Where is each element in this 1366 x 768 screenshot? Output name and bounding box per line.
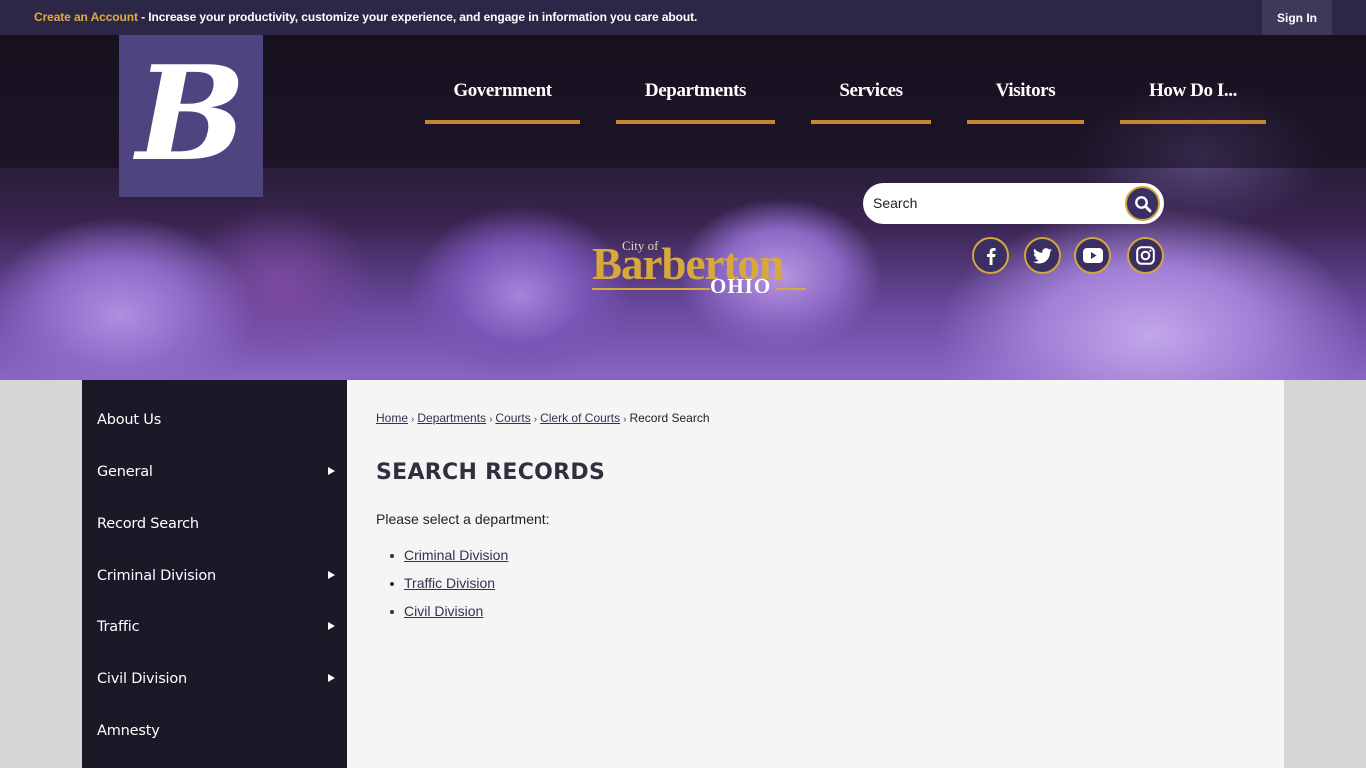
nav-government[interactable]: Government bbox=[425, 80, 580, 124]
instagram-icon bbox=[1136, 246, 1155, 265]
account-promo-text: - Increase your productivity, customize … bbox=[137, 10, 698, 24]
nav-underline bbox=[1120, 120, 1266, 124]
sidebar-item-general[interactable]: General bbox=[82, 446, 347, 498]
create-account-link[interactable]: Create an Account bbox=[34, 10, 138, 24]
twitter-link[interactable] bbox=[1024, 237, 1061, 274]
logo-letter: B bbox=[136, 37, 246, 190]
facebook-link[interactable] bbox=[972, 237, 1009, 274]
breadcrumb-current: Record Search bbox=[629, 411, 710, 425]
breadcrumb-separator: › bbox=[533, 414, 538, 425]
title-rule bbox=[776, 288, 806, 290]
traffic-division-link[interactable]: Traffic Division bbox=[404, 575, 495, 591]
nav-label: Departments bbox=[644, 80, 747, 101]
sidebar-item-label: General bbox=[97, 464, 153, 480]
search-icon bbox=[1134, 195, 1151, 212]
list-item: Traffic Division bbox=[389, 575, 508, 603]
intro-text: Please select a department: bbox=[376, 511, 550, 527]
sidebar-item-traffic[interactable]: Traffic bbox=[82, 601, 347, 653]
department-list: Criminal Division Traffic Division Civil… bbox=[389, 547, 508, 631]
nav-underline bbox=[967, 120, 1084, 124]
instagram-link[interactable] bbox=[1127, 237, 1164, 274]
page-title: SEARCH RECORDS bbox=[376, 460, 606, 485]
submenu-arrow-icon[interactable] bbox=[328, 467, 335, 475]
city-logo[interactable]: B bbox=[119, 35, 263, 197]
facebook-icon bbox=[986, 247, 996, 265]
nav-departments[interactable]: Departments bbox=[616, 80, 775, 124]
search-button[interactable] bbox=[1125, 186, 1160, 221]
sidebar-item-criminal-division[interactable]: Criminal Division bbox=[82, 550, 347, 602]
nav-label: Visitors bbox=[995, 80, 1056, 101]
youtube-link[interactable] bbox=[1074, 237, 1111, 274]
sidebar-item-label: About Us bbox=[97, 412, 162, 428]
nav-label: How Do I... bbox=[1149, 80, 1237, 101]
site-title[interactable]: City of Barberton OHIO bbox=[592, 238, 808, 298]
sign-in-button[interactable]: Sign In bbox=[1262, 0, 1332, 35]
sidebar-nav: About Us General Record Search Criminal … bbox=[82, 380, 347, 768]
breadcrumb-home[interactable]: Home bbox=[376, 411, 408, 425]
site-title-state: OHIO bbox=[710, 274, 772, 298]
breadcrumb-separator: › bbox=[489, 414, 493, 425]
nav-visitors[interactable]: Visitors bbox=[967, 80, 1084, 124]
nav-services[interactable]: Services bbox=[811, 80, 931, 124]
sidebar-item-label: Record Search bbox=[97, 516, 199, 532]
account-promo: Create an Account - Increase your produc… bbox=[34, 10, 697, 24]
sidebar-item-label: Amnesty bbox=[97, 723, 160, 739]
breadcrumb-clerk-of-courts[interactable]: Clerk of Courts bbox=[540, 411, 620, 425]
breadcrumb: Home › Departments › Courts › Clerk of Courts ›… bbox=[376, 411, 710, 425]
sidebar-item-record-search[interactable]: Record Search bbox=[82, 498, 347, 550]
submenu-arrow-icon[interactable] bbox=[328, 674, 335, 682]
site-search bbox=[863, 183, 1164, 224]
nav-underline bbox=[616, 120, 775, 124]
main-content: Home › Departments › Courts › Clerk of Courts ›… bbox=[347, 380, 1284, 768]
breadcrumb-separator: › bbox=[411, 414, 415, 425]
nav-underline bbox=[425, 120, 580, 124]
submenu-arrow-icon[interactable] bbox=[328, 622, 335, 630]
nav-label: Services bbox=[839, 80, 903, 101]
criminal-division-link[interactable]: Criminal Division bbox=[404, 547, 508, 563]
submenu-arrow-icon[interactable] bbox=[328, 571, 335, 579]
title-rule bbox=[592, 288, 710, 290]
sidebar-item-about-us[interactable]: About Us bbox=[82, 394, 347, 446]
sidebar-item-label: Civil Division bbox=[97, 671, 188, 687]
nav-underline bbox=[811, 120, 931, 124]
list-item: Criminal Division bbox=[389, 547, 508, 575]
breadcrumb-separator: › bbox=[623, 414, 627, 425]
youtube-icon bbox=[1082, 248, 1103, 263]
sidebar-item-amnesty[interactable]: Amnesty bbox=[82, 705, 347, 757]
breadcrumb-departments[interactable]: Departments bbox=[417, 411, 486, 425]
sidebar-item-civil-division[interactable]: Civil Division bbox=[82, 653, 347, 705]
top-bar: Create an Account - Increase your produc… bbox=[0, 0, 1366, 35]
nav-how-do-i[interactable]: How Do I... bbox=[1120, 80, 1266, 124]
twitter-icon bbox=[1033, 247, 1052, 264]
list-item: Civil Division bbox=[389, 603, 508, 631]
breadcrumb-courts[interactable]: Courts bbox=[495, 411, 530, 425]
sidebar-item-label: Traffic bbox=[97, 619, 140, 635]
sidebar-item-label: Criminal Division bbox=[97, 568, 217, 584]
nav-label: Government bbox=[453, 80, 552, 101]
civil-division-link[interactable]: Civil Division bbox=[404, 603, 483, 619]
search-input[interactable] bbox=[873, 193, 1113, 213]
